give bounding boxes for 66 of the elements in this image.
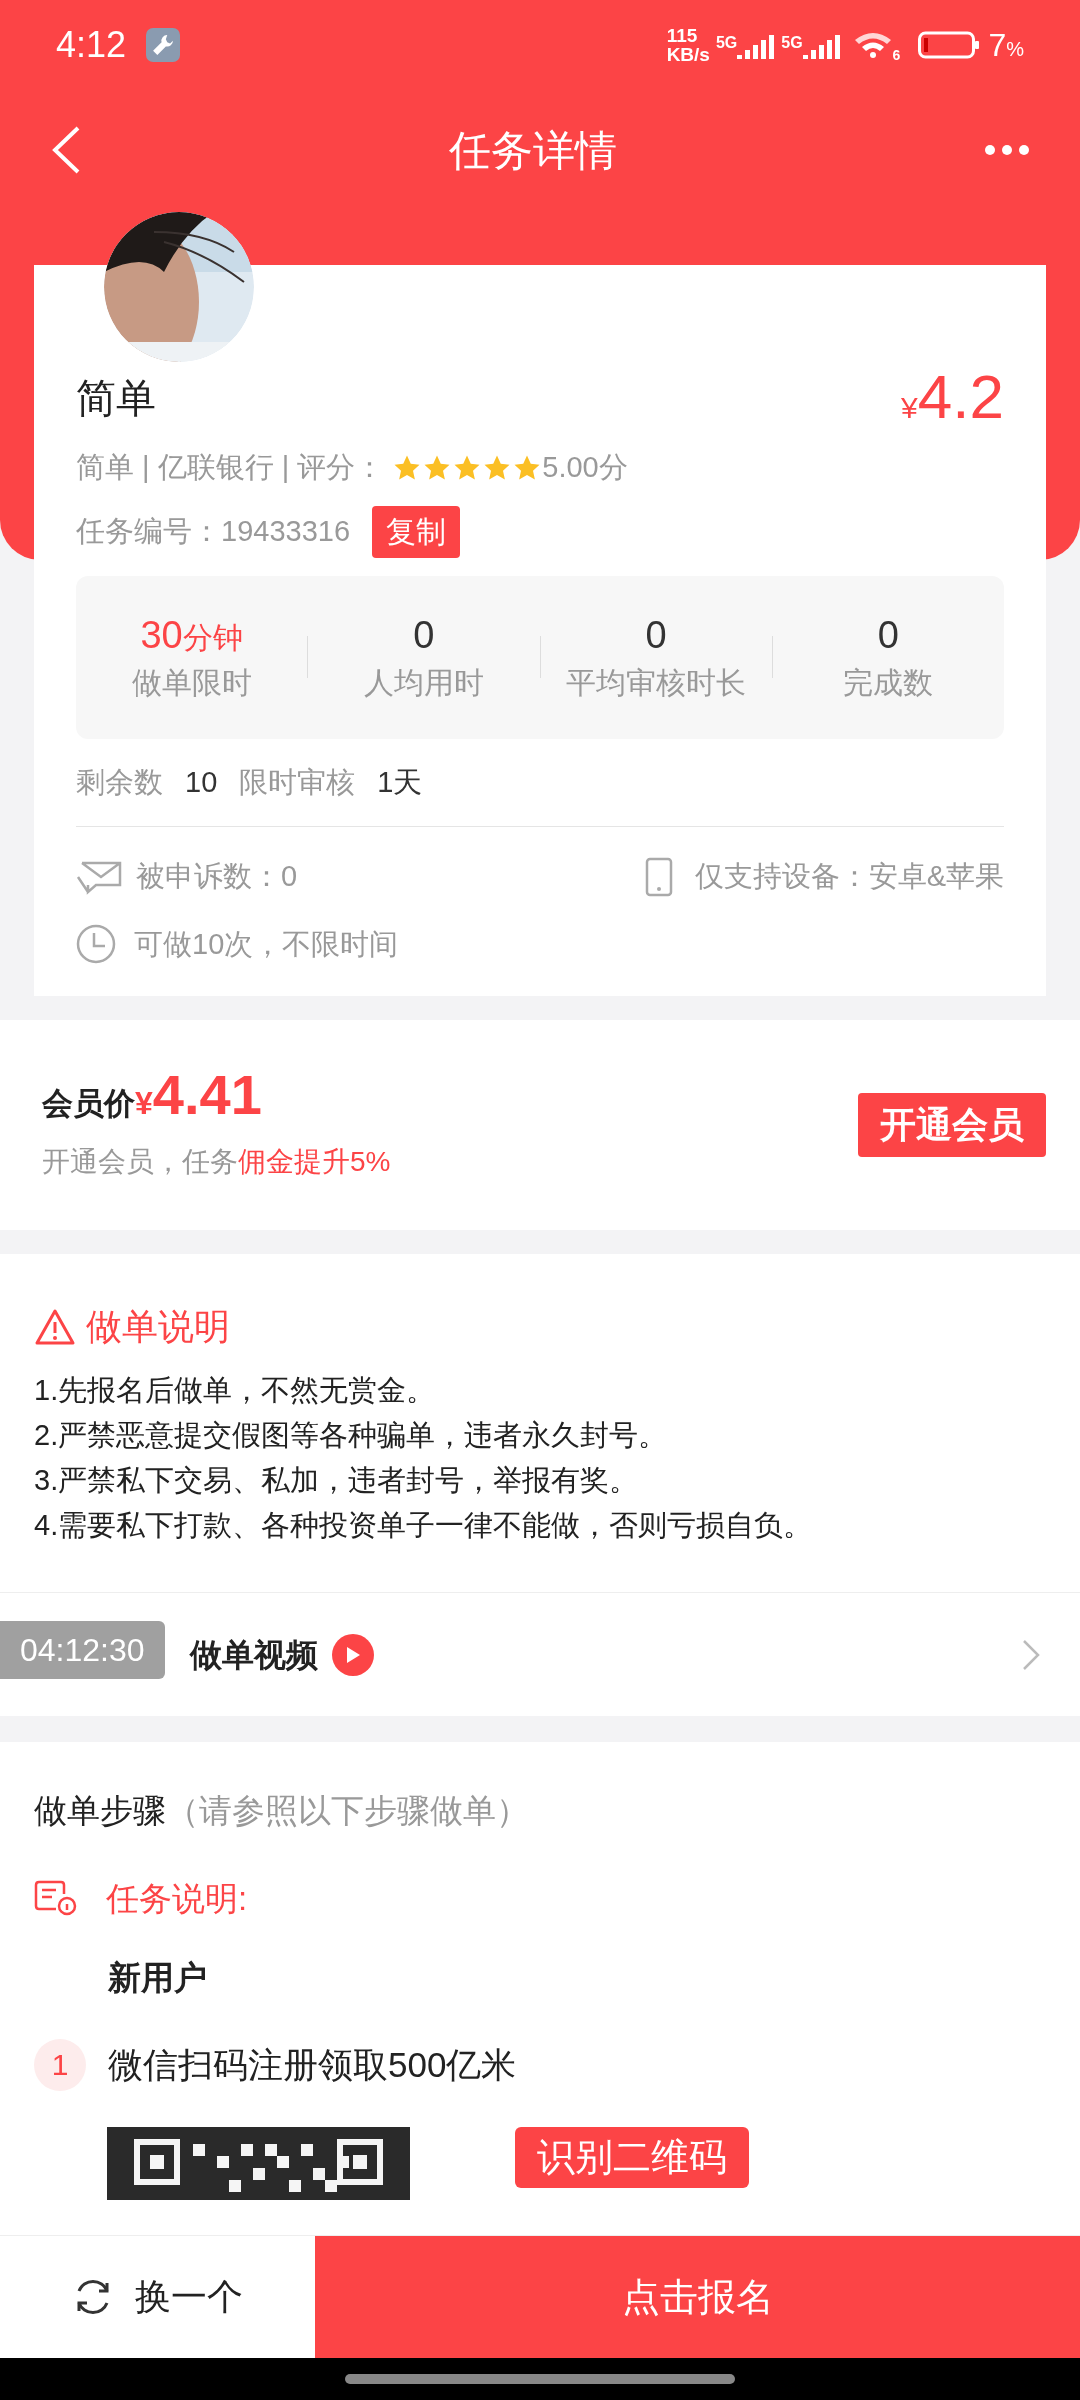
instruction-line: 3.严禁私下交易、私加，违者封号，举报有奖。: [34, 1463, 640, 1498]
stat-unit: 分钟: [182, 623, 243, 653]
timestamp-overlay: 04:12:30: [0, 1621, 165, 1679]
task-description: 新用户: [108, 1959, 207, 1996]
status-time: 4:12: [56, 23, 127, 67]
network-type: 5G: [781, 33, 803, 53]
apply-button[interactable]: 点击报名: [315, 2236, 1080, 2358]
play-button[interactable]: [332, 1633, 374, 1676]
step-text: 微信扫码注册领取500亿米: [108, 2043, 517, 2086]
repeat-info: 可做10次，不限时间: [134, 926, 399, 962]
instruction-line: 4.需要私下打款、各种投资单子一律不能做，否则亏损自负。: [34, 1508, 814, 1543]
task-id: 19433316: [221, 513, 351, 549]
commission-boost: 佣金提升5%: [238, 1145, 391, 1180]
supported-devices: 仅支持设备：安卓&苹果: [694, 859, 1004, 894]
stat-value: 0: [877, 616, 899, 654]
stat-label: 做单限时: [131, 668, 252, 698]
stat-value: 30: [140, 616, 183, 654]
stat-value: 0: [645, 616, 667, 654]
switch-task-button[interactable]: 换一个: [0, 2236, 315, 2358]
warning-icon: [34, 1308, 76, 1346]
play-icon: [345, 1645, 361, 1664]
wifi-band-label: 6: [892, 46, 901, 65]
member-note: 开通会员，任务: [42, 1145, 238, 1180]
remaining-label: 剩余数: [76, 764, 163, 800]
document-info-icon: [34, 1880, 78, 1917]
video-title: 做单视频: [190, 1635, 318, 1675]
complaint-count: 被申诉数：0: [136, 859, 298, 894]
stat-value: 0: [413, 616, 435, 654]
page-title: 任务详情: [449, 125, 617, 176]
member-price-label: 会员价: [42, 1084, 135, 1123]
phone-icon: [644, 856, 673, 897]
battery-icon: [918, 30, 981, 60]
instruction-line: 1.先报名后做单，不然无赏金。: [34, 1373, 437, 1408]
instructions-title: 做单说明: [86, 1305, 230, 1349]
member-price: 4.41: [152, 1066, 262, 1123]
net-speed: 115: [666, 26, 699, 45]
task-title: 简单: [76, 375, 156, 422]
chevron-right-icon: [1022, 1638, 1040, 1671]
stat-label: 人均用时: [363, 668, 484, 698]
scan-qr-button[interactable]: 识别二维码: [515, 2127, 749, 2188]
step-number: 1: [34, 2038, 86, 2091]
steps-hint: （请参照以下步骤做单）: [166, 1791, 529, 1831]
currency-symbol: ¥: [135, 1084, 153, 1123]
task-price: 4.2: [917, 366, 1004, 428]
back-button[interactable]: [50, 125, 82, 175]
network-type: 5G: [715, 33, 738, 53]
net-speed-unit: KB/s: [666, 45, 710, 64]
join-member-button[interactable]: 开通会员: [858, 1093, 1046, 1157]
task-description-label: 任务说明:: [106, 1878, 248, 1919]
instruction-line: 2.严禁恶意提交假图等各种骗单，违者永久封号。: [34, 1418, 669, 1453]
clock-icon: [76, 924, 116, 965]
battery-percent: 7: [988, 26, 1007, 65]
stat-label: 完成数: [843, 668, 934, 698]
copy-button[interactable]: 复制: [372, 505, 461, 558]
task-meta: 简单 | 亿联银行 | 评分：: [76, 450, 385, 485]
currency-symbol: ¥: [901, 391, 918, 426]
review-label: 限时审核: [239, 764, 356, 800]
steps-title: 做单步骤: [34, 1791, 166, 1831]
remaining-count: 10: [185, 764, 218, 800]
rating-score: 5.00分: [542, 450, 628, 485]
wrench-icon: [146, 28, 181, 62]
percent-sign: %: [1006, 37, 1024, 62]
stat-label: 平均审核时长: [566, 668, 747, 698]
more-button[interactable]: [984, 144, 1030, 156]
review-time: 1天: [377, 764, 423, 800]
task-id-label: 任务编号：: [76, 513, 221, 549]
